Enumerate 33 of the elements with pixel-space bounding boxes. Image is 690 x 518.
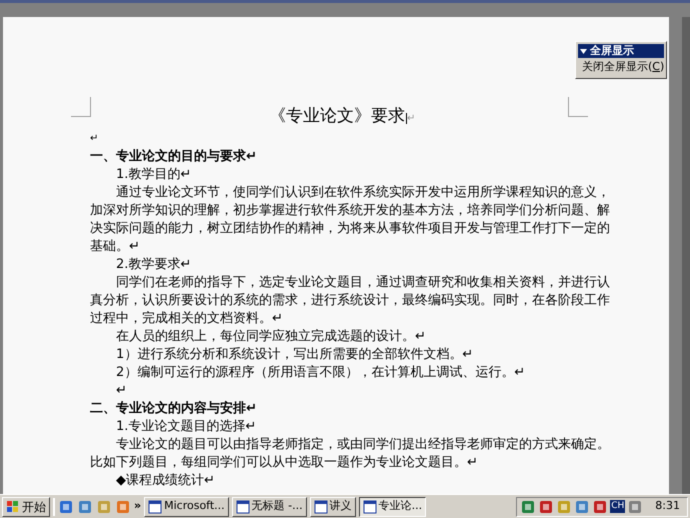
window-icon xyxy=(148,500,162,514)
section-heading: 二、专业论文的内容与安排↵ xyxy=(90,400,257,418)
body-line: 在人员的组织上，每位同学应独立完成选题的设计。↵ xyxy=(115,328,426,346)
dropdown-triangle-icon[interactable] xyxy=(580,48,587,54)
margin-corner-mark xyxy=(71,97,91,117)
body-line: 1.专业论文题目的选择↵ xyxy=(115,418,256,436)
body-paragraph: 专业论文的题目可以由指导老师指定，或由同学们提出经指导老师审定的方式来确定。 比如下列题目，每组同学们可以从中选取一题作为专业论文题目。↵ xyxy=(90,436,610,472)
window-icon xyxy=(314,500,328,514)
taskbar-button[interactable]: 无标题 -... xyxy=(232,496,307,516)
body-paragraph: 同学们在老师的指导下，选定专业论文题目，通过调查研究和收集相关资料，并进行认 真分析，认识所要设计的系统的需求，进行系统设计，最终编码实现。同时，在各阶段工作 过程中，完成相关的文档资料。↵ xyxy=(90,274,610,328)
windows-logo-icon xyxy=(6,500,20,514)
taskbar-button[interactable]: 讲义 xyxy=(310,496,356,516)
more-chevron[interactable]: » xyxy=(134,498,142,515)
start-button[interactable]: 开始 xyxy=(2,496,50,516)
body-line: ↵ xyxy=(90,132,98,146)
clock: 8:31 xyxy=(655,498,680,514)
body-paragraph: 通过专业论文环节，使同学们认识到在软件系统实际开发中运用所学课程知识的意义， 加深对所学知识的理解，初步掌握进行软件系统开发的基本方法，培养同学们分析问题、解 决实际问题的能力，树立团结协作的精神，为将来从事软件项目开发与管理工作打下一定的 基础。↵ xyxy=(90,184,610,256)
body-line: ↵ xyxy=(115,382,127,400)
taskbar-button[interactable]: Microsoft... xyxy=(144,496,229,516)
language-indicator[interactable]: CH xyxy=(610,500,626,514)
body-line: ◆课程成绩统计↵ xyxy=(115,472,215,490)
body-line: 1.教学目的↵ xyxy=(115,166,192,184)
margin-corner-mark xyxy=(568,97,588,117)
body-line: 2）编制可运行的源程序（所用语言不限），在计算机上调试、运行。↵ xyxy=(115,364,526,382)
body-line: 2.教学要求↵ xyxy=(115,256,192,274)
window-icon xyxy=(236,500,250,514)
body-line: 1）进行系统分析和系统设计，写出所需要的全部软件文档。↵ xyxy=(115,346,474,364)
window-icon xyxy=(362,500,377,514)
close-fullscreen-button[interactable]: 关闭全屏显示(C) xyxy=(578,58,664,76)
taskbar-button[interactable]: 专业论... xyxy=(358,496,426,516)
toolbar-title-text: 全屏显示 xyxy=(590,44,634,58)
document-title: 《专业论文》要求↵ xyxy=(269,105,416,128)
section-heading: 一、专业论文的目的与要求↵ xyxy=(90,148,257,166)
